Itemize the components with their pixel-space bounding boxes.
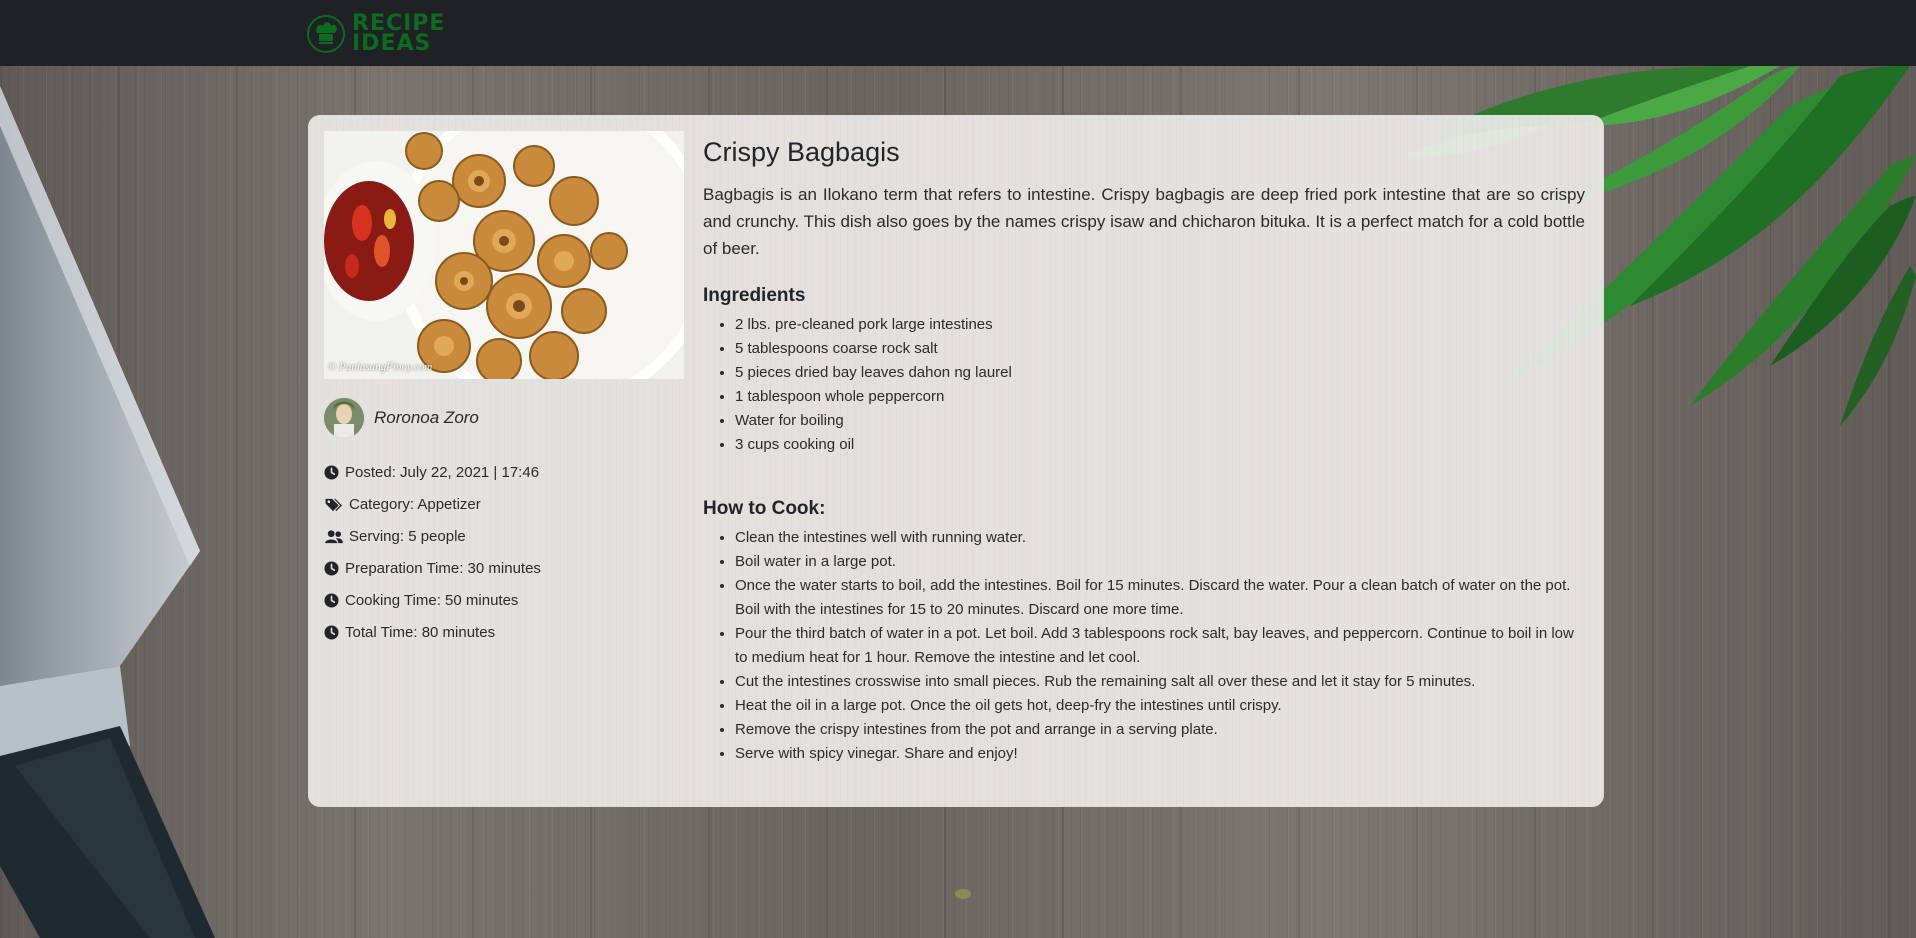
ingredients-heading: Ingredients xyxy=(703,285,806,306)
meta-prep-time: Preparation Time: 30 minutes xyxy=(324,552,541,584)
author-block[interactable]: Roronoa Zoro xyxy=(324,398,479,438)
step-item: Serve with spicy vinegar. Share and enjo… xyxy=(735,742,1585,766)
clock-icon xyxy=(324,592,340,608)
ingredient-item: Water for boiling xyxy=(735,409,1585,433)
navbar: RECIPE IDEAS xyxy=(0,0,1916,66)
recipe-meta: Posted: July 22, 2021 | 17:46 Category: … xyxy=(324,456,541,648)
posted-text: Posted: July 22, 2021 | 17:46 xyxy=(345,463,540,481)
brand-logo-link[interactable]: RECIPE IDEAS xyxy=(306,12,445,56)
brand-line-2: IDEAS xyxy=(352,31,432,56)
meta-cook-time: Cooking Time: 50 minutes xyxy=(324,584,541,616)
steps-list: Clean the intestines well with running w… xyxy=(703,526,1585,766)
step-item: Boil water in a large pot. xyxy=(735,550,1585,574)
recipe-card: © PanlasangPinoy.com Roronoa Zoro Posted… xyxy=(308,115,1604,807)
meta-serving: Serving: 5 people xyxy=(324,520,541,552)
clock-icon xyxy=(324,624,340,640)
how-to-cook-heading: How to Cook: xyxy=(703,498,826,519)
cook-time-text: Cooking Time: 50 minutes xyxy=(345,591,519,609)
ingredient-item: 3 cups cooking oil xyxy=(735,433,1585,457)
chef-hat-icon xyxy=(307,15,345,53)
step-item: Clean the intestines well with running w… xyxy=(735,526,1585,550)
tags-icon xyxy=(324,496,344,512)
ingredient-item: 5 pieces dried bay leaves dahon ng laure… xyxy=(735,361,1585,385)
ingredients-list: 2 lbs. pre-cleaned pork large intestines… xyxy=(703,313,1585,457)
brand-name: RECIPE IDEAS xyxy=(352,13,445,56)
total-time-text: Total Time: 80 minutes xyxy=(345,623,496,641)
step-item: Cut the intestines crosswise into small … xyxy=(735,670,1585,694)
recipe-description: Bagbagis is an Ilokano term that refers … xyxy=(703,185,1585,258)
meta-posted: Posted: July 22, 2021 | 17:46 xyxy=(324,456,541,488)
step-item: Heat the oil in a large pot. Once the oi… xyxy=(735,694,1585,718)
recipe-title: Crispy Bagbagis xyxy=(703,137,900,167)
prep-time-text: Preparation Time: 30 minutes xyxy=(345,559,541,577)
photo-watermark: © PanlasangPinoy.com xyxy=(328,361,433,373)
step-item: Pour the third batch of water in a pot. … xyxy=(735,622,1585,670)
step-item: Once the water starts to boil, add the i… xyxy=(735,574,1585,622)
knife-image xyxy=(0,86,215,938)
meta-total-time: Total Time: 80 minutes xyxy=(324,616,541,648)
clock-icon xyxy=(324,464,340,480)
crispy-bagbagis-photo xyxy=(324,131,684,379)
small-figure-decoration xyxy=(955,889,971,899)
avatar-image xyxy=(324,398,364,438)
clock-icon xyxy=(324,560,340,576)
recipe-content: Crispy Bagbagis Bagbagis is an Ilokano t… xyxy=(703,135,1585,766)
users-icon xyxy=(324,528,344,544)
serving-text: Serving: 5 people xyxy=(349,527,466,545)
avatar[interactable] xyxy=(324,398,364,438)
ingredient-item: 2 lbs. pre-cleaned pork large intestines xyxy=(735,313,1585,337)
category-text: Category: Appetizer xyxy=(349,495,481,513)
recipe-photo: © PanlasangPinoy.com xyxy=(324,131,684,379)
meta-category: Category: Appetizer xyxy=(324,488,541,520)
step-item: Remove the crispy intestines from the po… xyxy=(735,718,1585,742)
author-name[interactable]: Roronoa Zoro xyxy=(374,408,479,428)
ingredient-item: 5 tablespoons coarse rock salt xyxy=(735,337,1585,361)
ingredient-item: 1 tablespoon whole peppercorn xyxy=(735,385,1585,409)
